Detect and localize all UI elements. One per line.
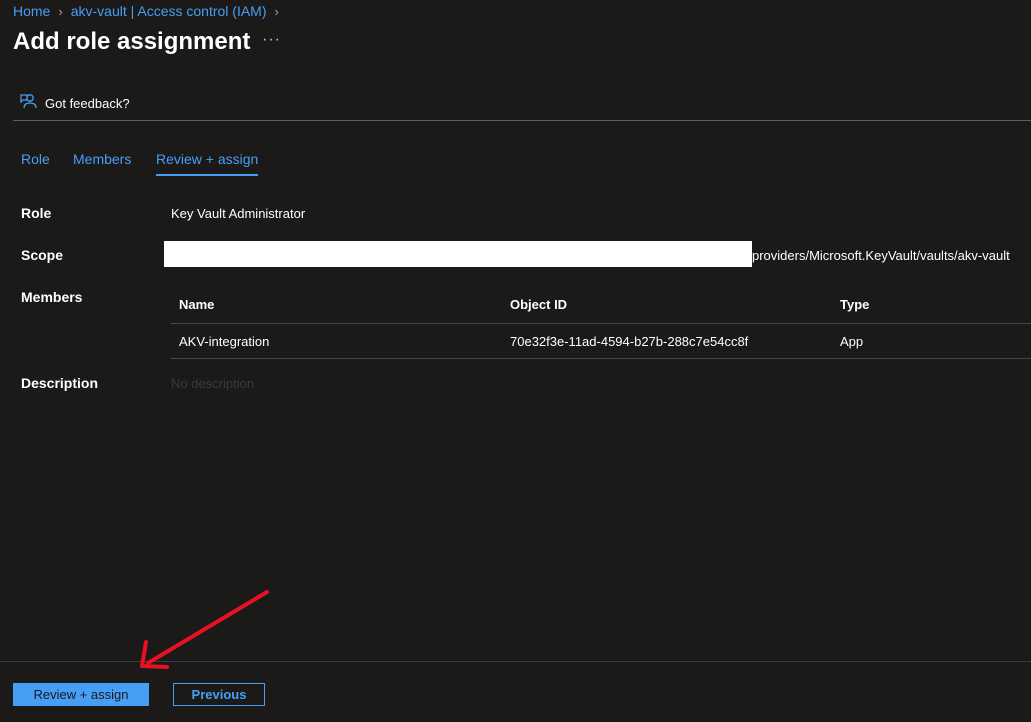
table-header-divider (171, 323, 1031, 324)
column-header-object-id: Object ID (510, 297, 568, 312)
column-header-name: Name (179, 297, 215, 312)
page-title: Add role assignment (13, 28, 251, 55)
members-label: Members (21, 289, 83, 305)
role-label: Role (21, 205, 52, 221)
breadcrumb: Home › akv-vault | Access control (IAM) … (13, 3, 287, 19)
feedback-button[interactable]: Got feedback? (20, 93, 130, 113)
tab-selected-indicator (156, 174, 258, 176)
more-options-icon[interactable]: ··· (262, 31, 281, 49)
feedback-icon (20, 93, 37, 113)
redacted-scope-block (164, 241, 752, 267)
breadcrumb-iam-link[interactable]: akv-vault | Access control (IAM) (71, 3, 267, 19)
chevron-right-icon: › (58, 3, 63, 19)
tab-role[interactable]: Role (21, 151, 50, 167)
role-value: Key Vault Administrator (171, 206, 306, 221)
review-assign-button[interactable]: Review + assign (13, 683, 149, 706)
description-value: No description (171, 376, 255, 391)
scope-label: Scope (21, 247, 64, 263)
member-object-id: 70e32f3e-11ad-4594-b27b-288c7e54cc8f (510, 334, 749, 349)
red-arrow-annotation-icon (140, 590, 269, 669)
feedback-label: Got feedback? (45, 95, 130, 111)
chevron-right-icon: › (274, 3, 279, 19)
previous-button[interactable]: Previous (173, 683, 265, 706)
scope-value: providers/Microsoft.KeyVault/vaults/akv-… (752, 248, 1010, 263)
header-divider (13, 120, 1031, 121)
column-header-type: Type (840, 297, 870, 312)
table-row-divider (171, 358, 1031, 359)
tab-members[interactable]: Members (73, 151, 131, 167)
tab-review-assign[interactable]: Review + assign (156, 151, 258, 167)
member-name: AKV-integration (179, 334, 270, 349)
description-label: Description (21, 375, 99, 391)
member-type: App (840, 334, 864, 349)
breadcrumb-home-link[interactable]: Home (13, 3, 50, 19)
